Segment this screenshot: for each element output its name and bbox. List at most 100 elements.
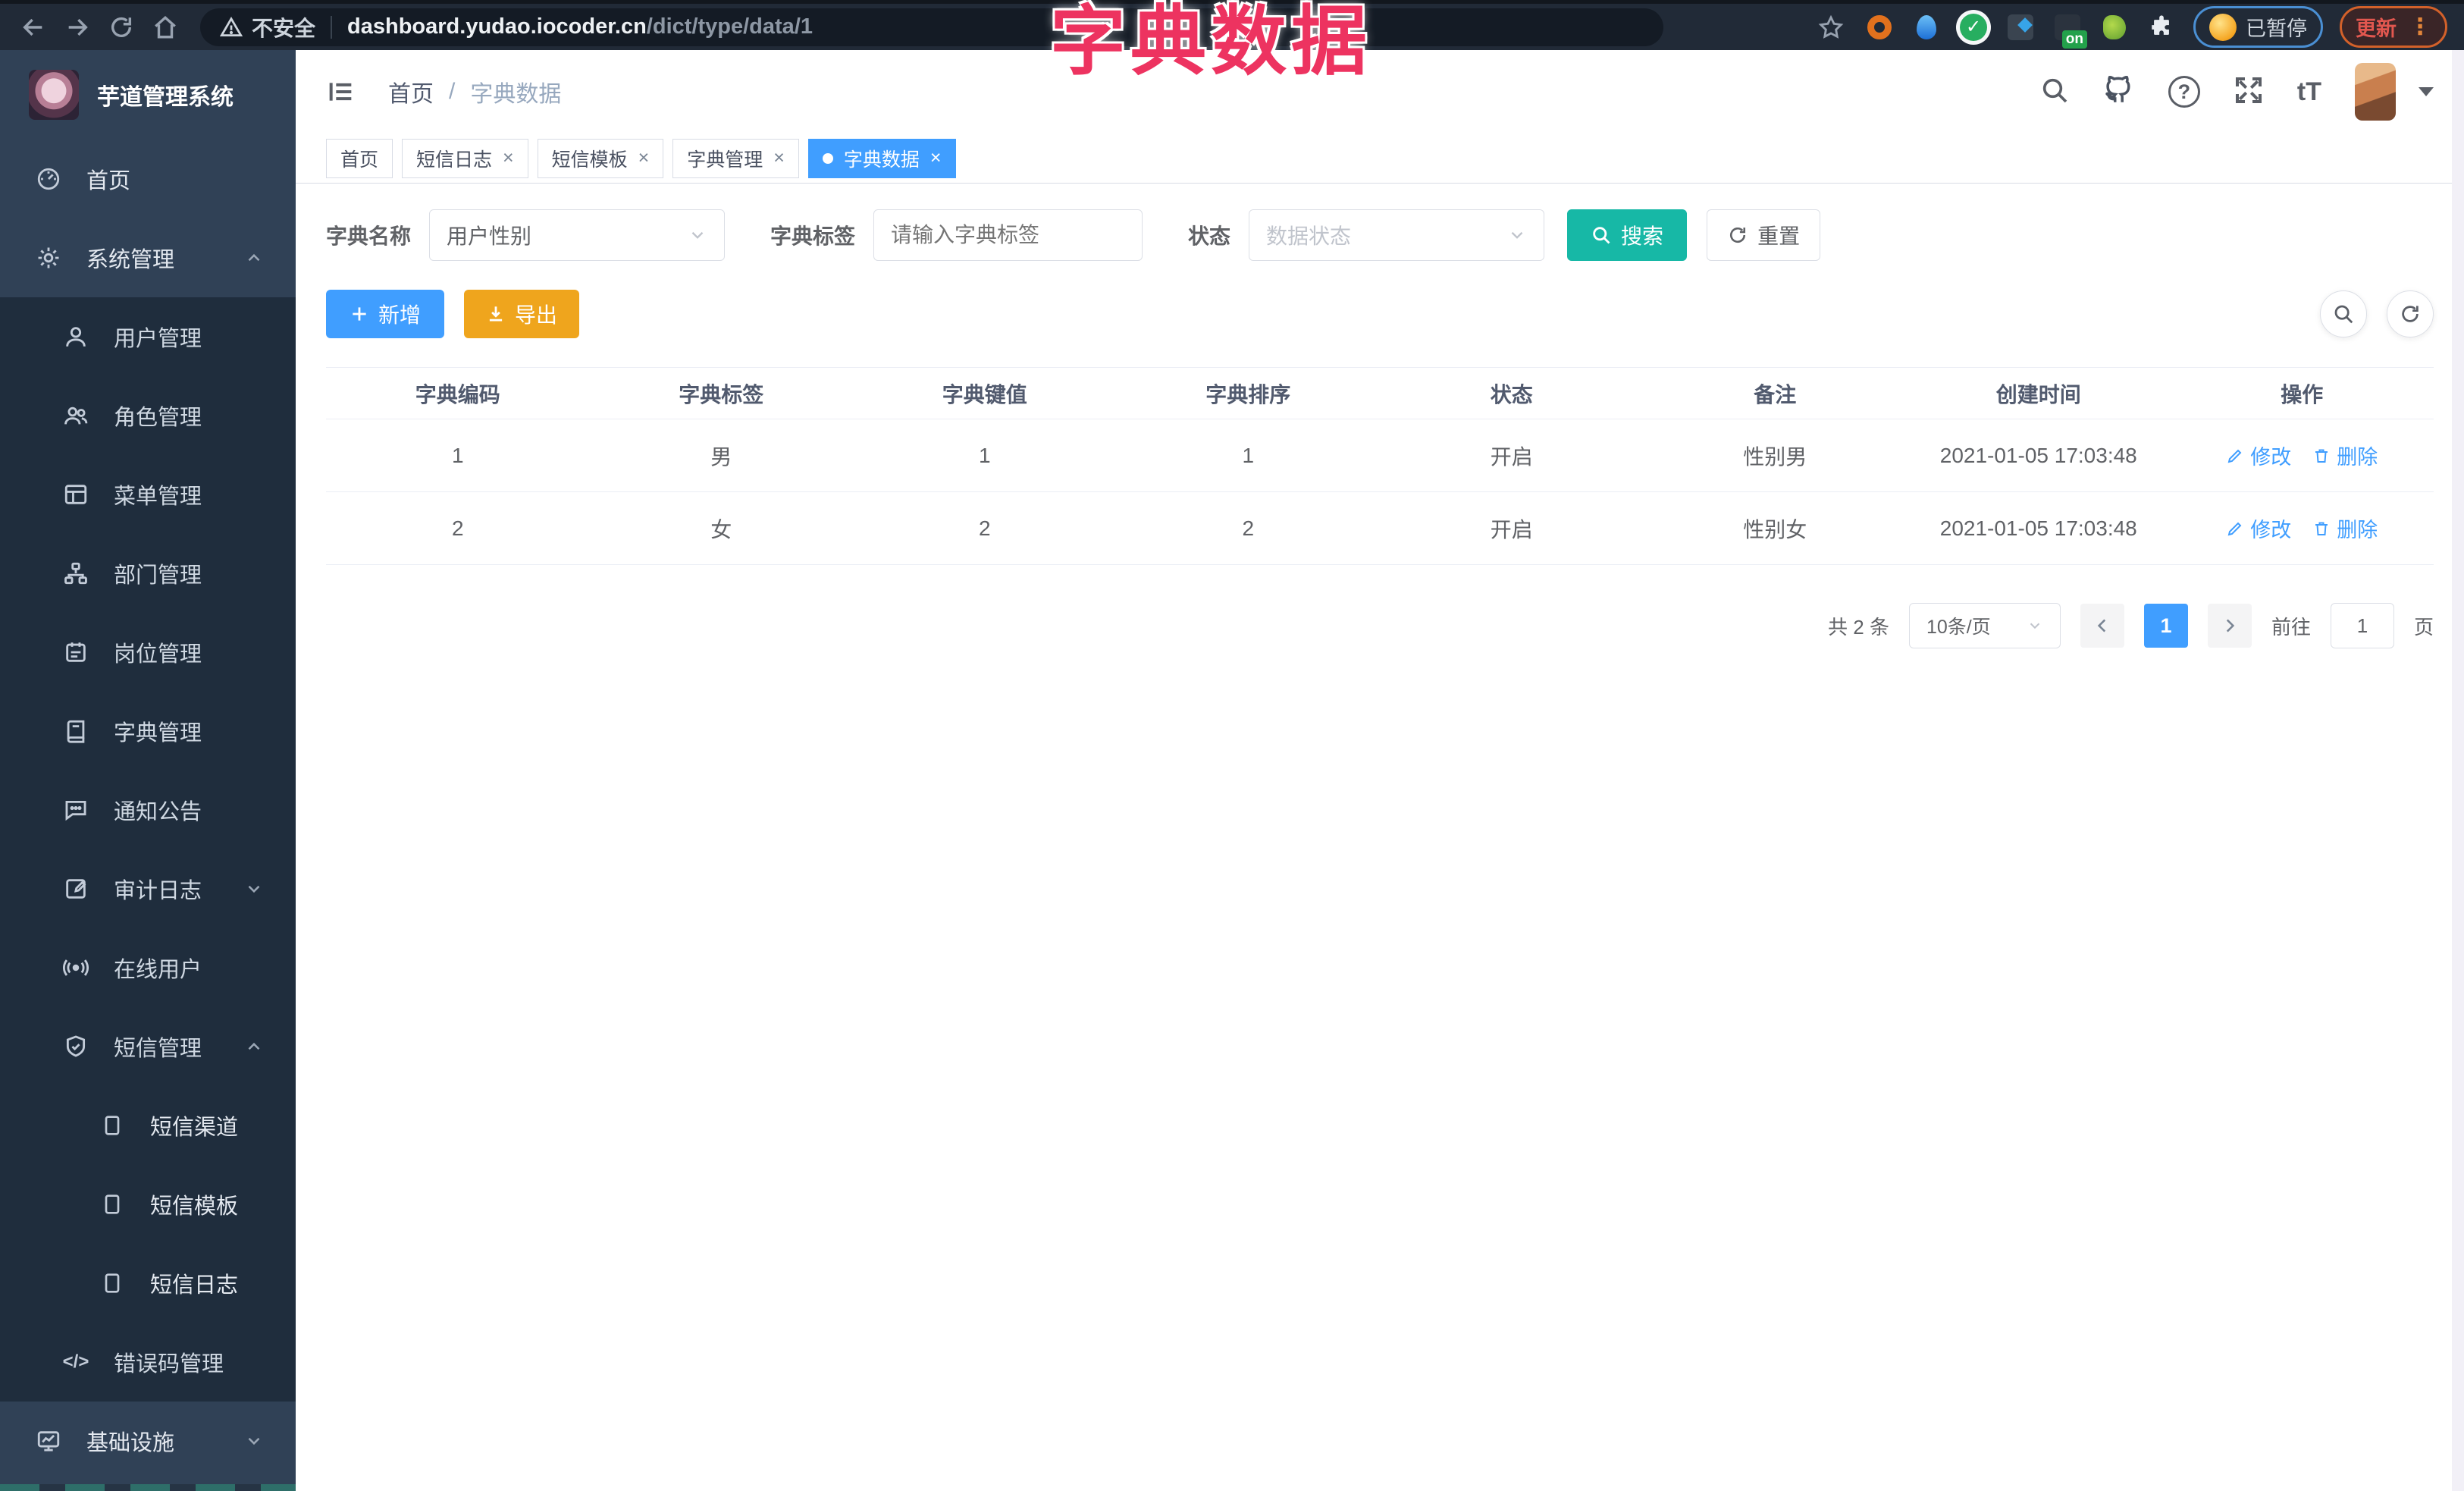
sidebar-item-infrastructure[interactable]: 基础设施 xyxy=(0,1402,296,1480)
chevron-down-icon xyxy=(244,879,264,899)
page-content: 字典名称 用户性别 字典标签 状态 数据状态 xyxy=(296,184,2464,1491)
extension-orange-icon[interactable] xyxy=(1864,12,1895,42)
sidebar-item-online-users[interactable]: 在线用户 xyxy=(0,928,296,1007)
phone-icon xyxy=(99,1270,126,1297)
back-icon[interactable] xyxy=(17,11,50,44)
sidebar-item-sms-log[interactable]: 短信日志 xyxy=(0,1244,296,1323)
edit-label: 修改 xyxy=(2250,446,2292,469)
sidebar-item-post-mgmt[interactable]: 岗位管理 xyxy=(0,613,296,692)
sidebar-item-dept-mgmt[interactable]: 部门管理 xyxy=(0,534,296,613)
sidebar-item-errorcode-mgmt[interactable]: </> 错误码管理 xyxy=(0,1323,296,1402)
extension-drop-icon[interactable] xyxy=(1911,12,1942,42)
profile-paused-chip[interactable]: 已暂停 xyxy=(2193,6,2323,48)
tab-sms-log[interactable]: 短信日志 × xyxy=(402,138,528,178)
page-scrollbar[interactable] xyxy=(2452,50,2464,1491)
logo-row[interactable]: 芋道管理系统 xyxy=(0,50,296,140)
kebab-menu-icon[interactable]: ⋮ xyxy=(2409,14,2431,40)
dict-label-input[interactable] xyxy=(873,209,1143,261)
close-icon[interactable]: × xyxy=(930,147,942,169)
sidebar-item-sms-mgmt[interactable]: 短信管理 xyxy=(0,1007,296,1086)
page-size-select[interactable]: 10条/页 xyxy=(1908,603,2061,648)
toggle-search-button[interactable] xyxy=(2320,290,2367,337)
tab-dict-mgmt[interactable]: 字典管理 × xyxy=(672,138,799,178)
edit-link[interactable]: 修改 xyxy=(2226,441,2291,470)
extension-check-icon[interactable]: ✓ xyxy=(1958,12,1989,42)
breadcrumb-home[interactable]: 首页 xyxy=(388,75,434,108)
home-icon[interactable] xyxy=(149,11,182,44)
sidebar-item-sms-channel[interactable]: 短信渠道 xyxy=(0,1086,296,1165)
trash-icon xyxy=(2315,449,2328,463)
edit-link[interactable]: 修改 xyxy=(2226,513,2291,543)
prev-page-button[interactable] xyxy=(2080,604,2124,648)
badge-icon xyxy=(62,639,89,666)
address-bar[interactable]: 不安全 dashboard.yudao.iocoder.cn/dict/type… xyxy=(200,8,1663,46)
current-page[interactable]: 1 xyxy=(2143,604,2188,648)
sidebar-item-notice[interactable]: 通知公告 xyxy=(0,771,296,849)
caret-down-icon[interactable] xyxy=(2419,87,2434,96)
extensions-puzzle-icon[interactable] xyxy=(2146,12,2177,42)
github-icon[interactable] xyxy=(2103,74,2135,110)
sidebar-item-label: 系统管理 xyxy=(86,248,175,272)
sidebar-item-dict-mgmt[interactable]: 字典管理 xyxy=(0,692,296,771)
main-area: 首页 / 字典数据 ? tT 首页 短信日志 × 短信模板 × 字典管理 × 字… xyxy=(296,50,2464,1491)
tab-sms-template[interactable]: 短信模板 × xyxy=(537,138,664,178)
sidebar-item-home[interactable]: 首页 xyxy=(0,140,296,218)
edit-label: 修改 xyxy=(2250,519,2292,541)
infrastructure-icon xyxy=(35,1427,62,1455)
add-button[interactable]: 新增 xyxy=(326,290,445,338)
close-icon[interactable]: × xyxy=(503,147,514,169)
next-page-button[interactable] xyxy=(2207,604,2252,648)
close-icon[interactable]: × xyxy=(773,147,785,169)
chevron-down-icon xyxy=(2027,617,2043,634)
close-icon[interactable]: × xyxy=(638,147,650,169)
chevron-down-icon xyxy=(244,1431,264,1451)
delete-link[interactable]: 删除 xyxy=(2312,513,2378,543)
reload-icon[interactable] xyxy=(105,11,138,44)
delete-label: 删除 xyxy=(2337,519,2378,541)
tab-label: 首页 xyxy=(340,149,379,171)
extension-on-icon[interactable]: on xyxy=(2052,12,2087,49)
status-select[interactable]: 数据状态 xyxy=(1249,209,1545,261)
goto-page-input[interactable] xyxy=(2330,603,2394,648)
fullscreen-icon[interactable] xyxy=(2234,75,2264,109)
app-frame: 芋道管理系统 首页 系统管理 用户管理 角色管理 菜单管理 部门管理 岗位管理 … xyxy=(0,50,2464,1491)
dict-name-label: 字典名称 xyxy=(326,224,412,248)
sidebar-item-menu-mgmt[interactable]: 菜单管理 xyxy=(0,455,296,534)
tab-dict-data[interactable]: 字典数据 × xyxy=(807,138,956,178)
sidebar-item-sms-template[interactable]: 短信模板 xyxy=(0,1165,296,1244)
refresh-table-button[interactable] xyxy=(2387,290,2434,337)
tab-label: 字典数据 xyxy=(843,149,920,171)
delete-link[interactable]: 删除 xyxy=(2312,441,2378,470)
reset-button[interactable]: 重置 xyxy=(1707,209,1821,261)
sidebar-item-system-mgmt[interactable]: 系统管理 xyxy=(0,218,296,297)
dict-name-select[interactable]: 用户性别 xyxy=(429,209,726,261)
overlay-annotation-title: 字典数据 xyxy=(1050,0,1372,84)
security-label: 不安全 xyxy=(252,16,316,40)
dict-name-value: 用户性别 xyxy=(447,224,532,248)
forward-icon[interactable] xyxy=(61,11,94,44)
cell-label: 男 xyxy=(589,419,853,492)
plus-icon xyxy=(353,307,366,321)
bookmark-star-icon[interactable] xyxy=(1814,11,1848,44)
tab-home[interactable]: 首页 xyxy=(326,138,393,178)
search-icon[interactable] xyxy=(2039,75,2070,109)
sidebar-collapse-icon[interactable] xyxy=(326,77,356,107)
sidebar-item-audit-log[interactable]: 审计日志 xyxy=(0,849,296,928)
cell-remark: 性别女 xyxy=(1643,491,1907,565)
page-size-value: 10条/页 xyxy=(1926,617,1991,638)
search-button[interactable]: 搜索 xyxy=(1567,209,1688,261)
extension-sprout-icon[interactable] xyxy=(2099,12,2130,42)
menu-list-icon xyxy=(62,481,89,508)
table-header-row: 字典编码 字典标签 字典键值 字典排序 状态 备注 创建时间 操作 xyxy=(326,367,2434,419)
app-logo xyxy=(29,70,79,120)
font-size-icon[interactable]: tT xyxy=(2297,77,2321,107)
browser-update-button[interactable]: 更新 ⋮ xyxy=(2340,6,2447,48)
user-avatar[interactable] xyxy=(2355,63,2396,121)
sidebar-item-label: 字典管理 xyxy=(114,721,202,746)
sidebar-item-user-mgmt[interactable]: 用户管理 xyxy=(0,297,296,376)
sidebar-item-role-mgmt[interactable]: 角色管理 xyxy=(0,376,296,455)
help-icon[interactable]: ? xyxy=(2168,76,2200,108)
export-button[interactable]: 导出 xyxy=(464,290,580,338)
extension-bars-icon[interactable] xyxy=(2005,12,2036,42)
chevron-down-icon xyxy=(688,225,707,245)
